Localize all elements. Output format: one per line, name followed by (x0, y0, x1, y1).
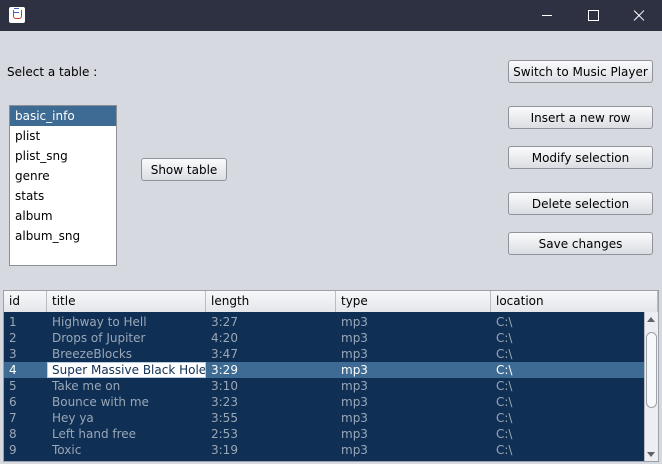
cell-length[interactable]: 2:53 (206, 426, 336, 442)
list-item-basic-info[interactable]: basic_info (10, 106, 116, 126)
cell-length[interactable]: 3:19 (206, 442, 336, 458)
cell-type[interactable]: mp3 (336, 410, 491, 426)
save-changes-button[interactable]: Save changes (508, 232, 653, 255)
cell-type[interactable]: mp3 (336, 394, 491, 410)
cell-length[interactable]: 3:23 (206, 394, 336, 410)
modify-selection-button[interactable]: Modify selection (508, 146, 653, 169)
table-header: id title length type location (4, 291, 658, 313)
list-item-genre[interactable]: genre (10, 166, 116, 186)
list-item-album-sng[interactable]: album_sng (10, 226, 116, 246)
list-item-plist-sng[interactable]: plist_sng (10, 146, 116, 166)
cell-length[interactable]: 3:29 (206, 362, 336, 378)
cell-location[interactable]: C:\ (491, 346, 644, 362)
cell-length[interactable]: 3:27 (206, 314, 336, 330)
column-header-title[interactable]: title (47, 291, 206, 312)
list-item-stats[interactable]: stats (10, 186, 116, 206)
switch-to-music-player-button[interactable]: Switch to Music Player (508, 60, 653, 83)
cell-type[interactable]: mp3 (336, 442, 491, 458)
cell-title[interactable]: Drops of Jupiter (47, 330, 206, 346)
cell-location[interactable]: C:\ (491, 410, 644, 426)
cell-title[interactable]: Hey ya (47, 410, 206, 426)
column-header-location[interactable]: location (491, 291, 658, 312)
list-item-plist[interactable]: plist (10, 126, 116, 146)
cell-length[interactable]: 3:55 (206, 410, 336, 426)
cell-title[interactable]: Bounce with me (47, 394, 206, 410)
table-row[interactable]: 8 Left hand free 2:53 mp3 C:\ (4, 426, 644, 442)
scroll-up-arrow-icon[interactable] (647, 317, 655, 322)
cell-id[interactable]: 6 (4, 394, 47, 410)
cell-location[interactable]: C:\ (491, 314, 644, 330)
table-row-selected[interactable]: 4 Super Massive Black Hole 3:29 mp3 C:\ (4, 362, 644, 378)
minimize-button[interactable] (524, 0, 570, 31)
close-icon (633, 10, 645, 22)
cell-id[interactable]: 2 (4, 330, 47, 346)
cell-length[interactable]: 4:20 (206, 330, 336, 346)
cell-location[interactable]: C:\ (491, 330, 644, 346)
cell-location[interactable]: C:\ (491, 362, 644, 378)
cell-id[interactable]: 5 (4, 378, 47, 394)
minimize-icon (542, 15, 552, 16)
cell-type[interactable]: mp3 (336, 330, 491, 346)
cell-location[interactable]: C:\ (491, 394, 644, 410)
column-header-type[interactable]: type (336, 291, 491, 312)
cell-title[interactable]: Highway to Hell (47, 314, 206, 330)
cell-type[interactable]: mp3 (336, 378, 491, 394)
table-body: 1 Highway to Hell 3:27 mp3 C:\ 2 Drops o… (4, 312, 644, 461)
table-listbox[interactable]: basic_info plist plist_sng genre stats a… (9, 105, 117, 266)
java-cup-icon (9, 7, 25, 23)
cell-type[interactable]: mp3 (336, 314, 491, 330)
show-table-button[interactable]: Show table (141, 158, 227, 181)
data-table[interactable]: id title length type location 1 Highway … (3, 290, 659, 462)
cell-length[interactable]: 3:47 (206, 346, 336, 362)
table-row[interactable]: 3 BreezeBlocks 3:47 mp3 C:\ (4, 346, 644, 362)
cell-id[interactable]: 1 (4, 314, 47, 330)
title-bar[interactable] (0, 0, 662, 31)
scrollbar-thumb[interactable] (646, 332, 657, 408)
list-item-album[interactable]: album (10, 206, 116, 226)
table-row[interactable]: 7 Hey ya 3:55 mp3 C:\ (4, 410, 644, 426)
cell-title-focused[interactable]: Super Massive Black Hole (47, 362, 206, 378)
cell-length[interactable]: 3:10 (206, 378, 336, 394)
select-table-label: Select a table : (7, 65, 98, 79)
maximize-button[interactable] (570, 0, 616, 31)
cell-id[interactable]: 9 (4, 442, 47, 458)
cell-id[interactable]: 7 (4, 410, 47, 426)
cell-id[interactable]: 3 (4, 346, 47, 362)
cell-type[interactable]: mp3 (336, 346, 491, 362)
table-row[interactable]: 5 Take me on 3:10 mp3 C:\ (4, 378, 644, 394)
table-vertical-scrollbar[interactable] (644, 312, 658, 461)
close-button[interactable] (616, 0, 662, 31)
cell-title[interactable]: BreezeBlocks (47, 346, 206, 362)
table-row[interactable]: 2 Drops of Jupiter 4:20 mp3 C:\ (4, 330, 644, 346)
cell-location[interactable]: C:\ (491, 442, 644, 458)
cell-title[interactable]: Left hand free (47, 426, 206, 442)
insert-row-button[interactable]: Insert a new row (508, 106, 653, 129)
cell-title[interactable]: Toxic (47, 442, 206, 458)
table-row[interactable]: 1 Highway to Hell 3:27 mp3 C:\ (4, 314, 644, 330)
table-row[interactable]: 6 Bounce with me 3:23 mp3 C:\ (4, 394, 644, 410)
cell-type[interactable]: mp3 (336, 362, 491, 378)
delete-selection-button[interactable]: Delete selection (508, 192, 653, 215)
column-header-length[interactable]: length (206, 291, 336, 312)
column-header-id[interactable]: id (4, 291, 47, 312)
scroll-down-arrow-icon[interactable] (647, 452, 655, 457)
cell-location[interactable]: C:\ (491, 426, 644, 442)
maximize-icon (587, 10, 599, 21)
table-row[interactable]: 9 Toxic 3:19 mp3 C:\ (4, 442, 644, 458)
cell-id[interactable]: 8 (4, 426, 47, 442)
cell-type[interactable]: mp3 (336, 426, 491, 442)
cell-location[interactable]: C:\ (491, 378, 644, 394)
cell-title[interactable]: Take me on (47, 378, 206, 394)
cell-id[interactable]: 4 (4, 362, 47, 378)
